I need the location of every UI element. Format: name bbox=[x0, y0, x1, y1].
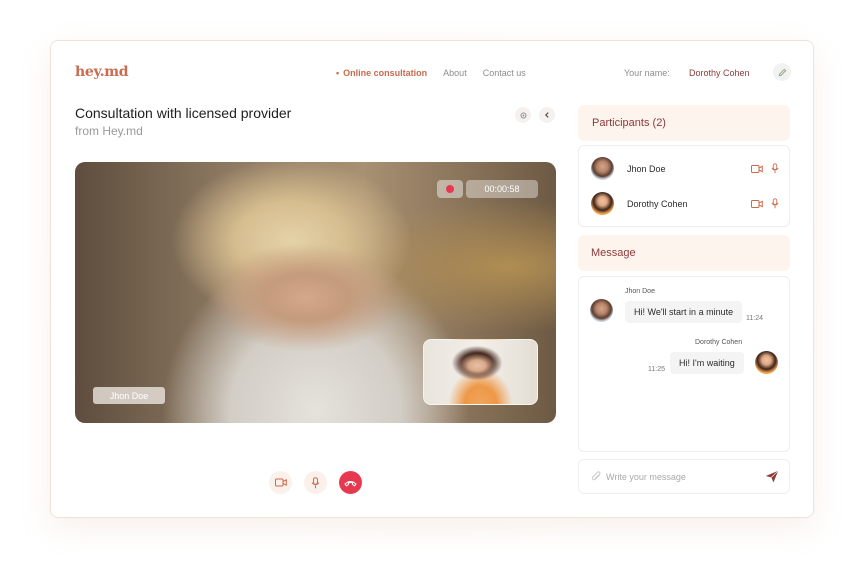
send-button[interactable] bbox=[765, 470, 779, 483]
nav-item-about[interactable]: About bbox=[443, 68, 467, 78]
participant-row[interactable]: Dorothy Cohen bbox=[591, 192, 779, 215]
page-subtitle: from Hey.md bbox=[75, 124, 143, 138]
participant-camera-icon[interactable] bbox=[751, 164, 763, 173]
message-bubble: Hi! We'll start in a minute bbox=[625, 301, 743, 323]
participant-microphone-icon[interactable] bbox=[771, 163, 779, 174]
nav-item-online-consultation[interactable]: Online consultation bbox=[336, 68, 427, 78]
video-camera-icon bbox=[274, 478, 287, 487]
avatar bbox=[591, 192, 614, 215]
collapse-button[interactable] bbox=[539, 107, 555, 123]
avatar bbox=[590, 299, 613, 322]
self-view-video[interactable] bbox=[423, 339, 538, 405]
message-input[interactable] bbox=[606, 471, 756, 482]
top-nav: Online consultation About Contact us bbox=[336, 68, 526, 78]
page-title: Consultation with licensed provider bbox=[75, 105, 292, 121]
end-call-button[interactable] bbox=[339, 471, 362, 494]
camera-toggle-button[interactable] bbox=[269, 471, 292, 494]
phone-hangup-icon bbox=[344, 480, 357, 486]
speaker-name-tag: Jhon Doe bbox=[93, 387, 165, 404]
participants-list: Jhon Doe Dorothy Cohen bbox=[578, 145, 790, 227]
edit-name-button[interactable] bbox=[773, 63, 791, 81]
gear-icon bbox=[520, 112, 526, 118]
settings-button[interactable] bbox=[515, 107, 531, 123]
participants-header: Participants (2) bbox=[578, 105, 790, 141]
message-header: Message bbox=[578, 235, 790, 271]
pencil-icon bbox=[778, 68, 786, 76]
record-dot-icon bbox=[446, 185, 454, 193]
paperclip-icon[interactable] bbox=[591, 471, 602, 482]
microphone-toggle-button[interactable] bbox=[304, 471, 327, 494]
participant-microphone-icon[interactable] bbox=[771, 198, 779, 209]
call-timer: 00:00:58 bbox=[466, 180, 538, 198]
message-sender: Jhon Doe bbox=[625, 288, 655, 295]
avatar bbox=[755, 351, 778, 374]
message-composer bbox=[578, 459, 790, 494]
message-bubble: Hi! I'm waiting bbox=[670, 352, 744, 374]
nav-item-contact-us[interactable]: Contact us bbox=[483, 68, 526, 78]
participant-name: Jhon Doe bbox=[627, 163, 666, 174]
your-name-value: Dorothy Cohen bbox=[689, 68, 750, 78]
record-indicator[interactable] bbox=[437, 180, 463, 198]
participant-row[interactable]: Jhon Doe bbox=[591, 157, 779, 180]
your-name-label: Your name: bbox=[624, 68, 670, 78]
message-sender: Dorothy Cohen bbox=[695, 339, 743, 346]
message-thread: Jhon Doe Hi! We'll start in a minute 11:… bbox=[578, 276, 790, 452]
app-window: hey.md Online consultation About Contact… bbox=[50, 40, 814, 518]
message-time: 11:25 bbox=[648, 366, 665, 373]
message-time: 11:24 bbox=[746, 315, 763, 322]
logo[interactable]: hey.md bbox=[75, 64, 129, 80]
main-video[interactable]: 00:00:58 Jhon Doe bbox=[75, 162, 556, 423]
microphone-icon bbox=[311, 476, 320, 488]
participant-camera-icon[interactable] bbox=[751, 199, 763, 208]
participant-name: Dorothy Cohen bbox=[627, 198, 688, 209]
avatar bbox=[591, 157, 614, 180]
chevron-left-icon bbox=[545, 112, 549, 118]
send-icon bbox=[765, 470, 779, 483]
